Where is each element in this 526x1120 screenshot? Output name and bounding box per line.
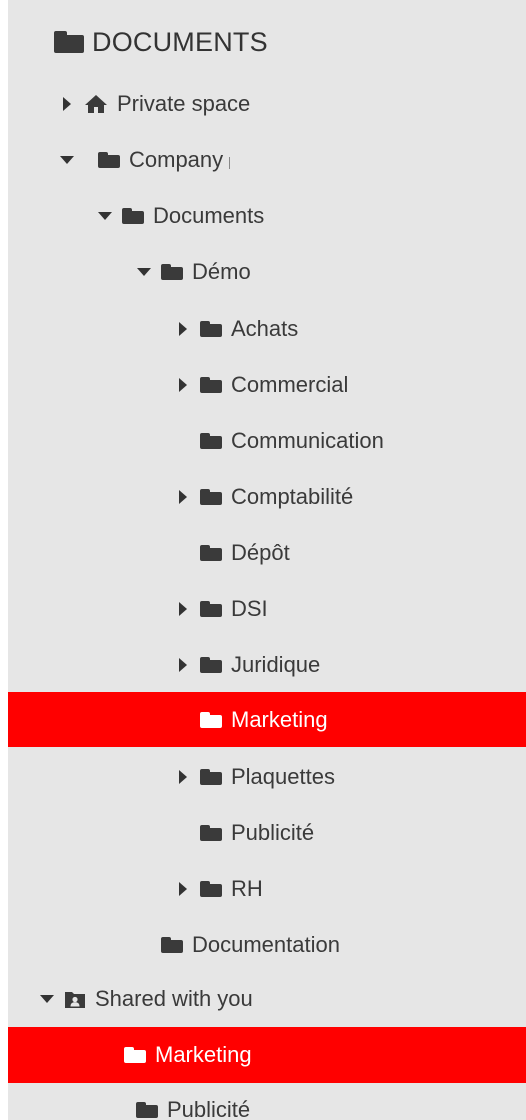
folder-icon [200, 601, 222, 617]
folder-icon [122, 208, 144, 224]
tree-item-shared-with-you[interactable]: Shared with you [8, 979, 526, 1019]
tree-item-label: Documents [153, 203, 265, 228]
tree-item-marketing[interactable]: Marketing [8, 692, 526, 747]
caret-right-icon[interactable] [176, 490, 190, 504]
folder-icon [161, 937, 183, 953]
tree-item-label: Documentation [192, 932, 340, 957]
documents-root-label: DOCUMENTS [92, 26, 268, 57]
caret-down-icon[interactable] [137, 265, 151, 279]
tree-item-shared-marketing[interactable]: Marketing [8, 1027, 526, 1083]
tree-item-shared-publicite[interactable]: Publicité [8, 1090, 526, 1120]
home-icon [85, 95, 107, 113]
tree-item-label: Publicité [231, 820, 315, 845]
tree-item-documentation[interactable]: Documentation [8, 925, 526, 965]
folder-icon [200, 489, 222, 505]
tree-item-label: Juridique [231, 652, 321, 677]
caret-right-icon[interactable] [60, 97, 74, 111]
tree-item-label: DSI [231, 596, 268, 621]
tree-item-label: Company [129, 147, 224, 172]
caret-right-icon[interactable] [176, 322, 190, 336]
tree-item-comptabilite[interactable]: Comptabilité [8, 477, 526, 517]
caret-right-icon[interactable] [176, 770, 190, 784]
caret-right-icon[interactable] [176, 378, 190, 392]
tree-item-label: Marketing [231, 706, 328, 732]
tree-item-plaquettes[interactable]: Plaquettes [8, 757, 526, 797]
tree-item-commercial[interactable]: Commercial [8, 365, 526, 405]
folder-icon [136, 1102, 158, 1118]
tree-item-documents[interactable]: Documents [8, 196, 526, 236]
tree-item-label: Private space [117, 91, 251, 116]
tree-item-juridique[interactable]: Juridique [8, 645, 526, 685]
tree-item-label: Shared with you [95, 986, 253, 1011]
caret-right-icon[interactable] [176, 602, 190, 616]
tree-item-label: Publicité [167, 1097, 251, 1120]
tree-item-label: RH [231, 876, 263, 901]
tree-item-depot[interactable]: Dépôt [8, 533, 526, 573]
tree-item-communication[interactable]: Communication [8, 421, 526, 461]
tree-item-label: Commercial [231, 372, 349, 397]
tree-item-rh[interactable]: RH [8, 869, 526, 909]
caret-right-icon[interactable] [176, 882, 190, 896]
folder-icon [200, 769, 222, 785]
caret-down-icon[interactable] [40, 992, 54, 1006]
tree-item-label: Dépôt [231, 540, 290, 565]
tree-item-label: Communication [231, 428, 384, 453]
folder-icon [124, 1047, 146, 1063]
tree-item-label: Démo [192, 259, 251, 284]
tree-item-private-space[interactable]: Private space [8, 84, 526, 124]
shared-folder-icon [65, 992, 85, 1008]
folder-icon [161, 264, 183, 280]
text-cursor-mark [229, 157, 231, 169]
tree-item-label: Plaquettes [231, 764, 335, 789]
documents-tree-panel: DOCUMENTS Private space Company Document… [8, 0, 526, 1120]
folder-icon [54, 31, 84, 53]
folder-icon [200, 711, 222, 728]
caret-down-icon[interactable] [60, 153, 74, 167]
folder-icon [200, 881, 222, 897]
tree-item-dsi[interactable]: DSI [8, 589, 526, 629]
folder-icon [200, 321, 222, 337]
folder-icon [98, 152, 120, 168]
caret-right-icon[interactable] [176, 658, 190, 672]
folder-icon [200, 377, 222, 393]
documents-root-header[interactable]: DOCUMENTS [54, 22, 268, 62]
tree-item-label: Achats [231, 316, 299, 341]
folder-icon [200, 433, 222, 449]
tree-item-demo[interactable]: Démo [8, 252, 526, 292]
caret-down-icon[interactable] [98, 209, 112, 223]
folder-icon [200, 545, 222, 561]
tree-item-label: Marketing [155, 1042, 252, 1067]
folder-icon [200, 825, 222, 841]
tree-item-publicite[interactable]: Publicité [8, 813, 526, 853]
tree-item-achats[interactable]: Achats [8, 309, 526, 349]
tree-item-label: Comptabilité [231, 484, 354, 509]
tree-item-company[interactable]: Company [8, 140, 526, 180]
folder-icon [200, 657, 222, 673]
